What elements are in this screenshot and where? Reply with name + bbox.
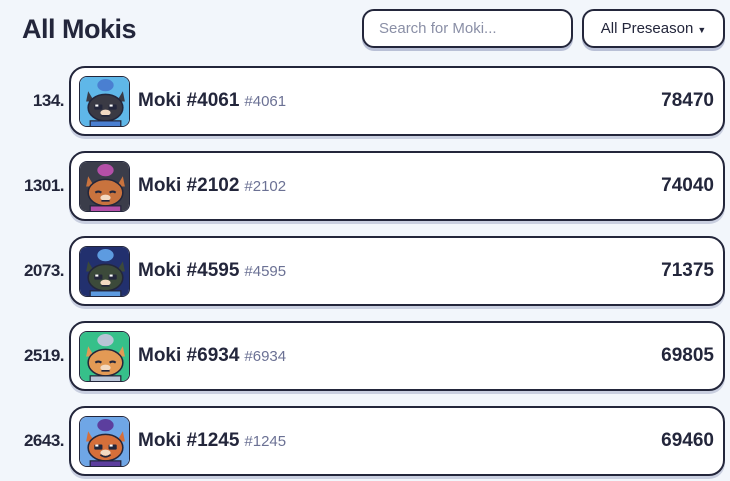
moki-avatar [79, 331, 130, 382]
avatar-bow [97, 164, 114, 177]
moki-name[interactable]: Moki #2102 [138, 175, 239, 197]
leaderboard-row: 2073. Moki #4595 #4595 71375 [0, 236, 730, 306]
moki-card[interactable]: Moki #2102 #2102 74040 [69, 151, 725, 221]
avatar-body [89, 290, 122, 296]
moki-name[interactable]: Moki #1245 [138, 430, 239, 452]
avatar-body [89, 120, 122, 126]
avatar-body [89, 460, 122, 466]
chevron-down-icon: ▼ [697, 24, 707, 35]
rank-number: 2643. [23, 431, 65, 450]
avatar-bow [97, 79, 114, 92]
season-dropdown-label: All Preseason [600, 20, 694, 37]
search-box[interactable] [362, 9, 573, 48]
season-dropdown[interactable]: All Preseason ▼ [582, 9, 725, 48]
moki-id: #6934 [244, 347, 287, 365]
moki-name-group: Moki #4061 #4061 [138, 68, 286, 134]
avatar-body [89, 375, 122, 381]
avatar-head [87, 263, 124, 292]
search-input[interactable] [379, 20, 571, 37]
moki-card[interactable]: Moki #6934 #6934 69805 [69, 321, 725, 391]
leaderboard-row: 1301. Moki #2102 #2102 74040 [0, 151, 730, 221]
avatar-bow [97, 334, 114, 347]
moki-avatar [79, 161, 130, 212]
moki-name-group: Moki #1245 #1245 [138, 408, 286, 474]
moki-name-group: Moki #2102 #2102 [138, 153, 286, 219]
moki-score: 74040 [661, 175, 714, 196]
moki-name-group: Moki #4595 #4595 [138, 238, 286, 304]
moki-avatar [79, 246, 130, 297]
moki-id: #4061 [244, 92, 287, 110]
moki-name[interactable]: Moki #4595 [138, 260, 239, 282]
moki-avatar [79, 76, 130, 127]
rank-number: 134. [32, 91, 65, 110]
leaderboard-row: 2519. Moki #6934 #6934 69805 [0, 321, 730, 391]
rank-number: 1301. [23, 176, 65, 195]
moki-id: #1245 [244, 432, 287, 450]
avatar-head [87, 93, 124, 122]
moki-score: 69460 [661, 430, 714, 451]
leaderboard-row: 2643. Moki #1245 #1245 69460 [0, 406, 730, 476]
moki-card[interactable]: Moki #4595 #4595 71375 [69, 236, 725, 306]
moki-name[interactable]: Moki #6934 [138, 345, 239, 367]
moki-name-group: Moki #6934 #6934 [138, 323, 286, 389]
rank-number: 2519. [23, 346, 65, 365]
moki-id: #2102 [244, 177, 287, 195]
rank-number: 2073. [23, 261, 65, 280]
moki-id: #4595 [244, 262, 287, 280]
moki-avatar [79, 416, 130, 467]
moki-score: 69805 [661, 345, 714, 366]
avatar-head [87, 178, 124, 207]
avatar-head [87, 348, 124, 377]
leaderboard-row: 134. Moki #4061 #4061 78470 [0, 66, 730, 136]
moki-score: 78470 [661, 90, 714, 111]
avatar-body [89, 205, 122, 211]
moki-card[interactable]: Moki #4061 #4061 78470 [69, 66, 725, 136]
moki-name[interactable]: Moki #4061 [138, 90, 239, 112]
avatar-bow [97, 419, 114, 432]
moki-card[interactable]: Moki #1245 #1245 69460 [69, 406, 725, 476]
moki-score: 71375 [661, 260, 714, 281]
avatar-bow [97, 249, 114, 262]
page-title: All Mokis [22, 14, 137, 44]
